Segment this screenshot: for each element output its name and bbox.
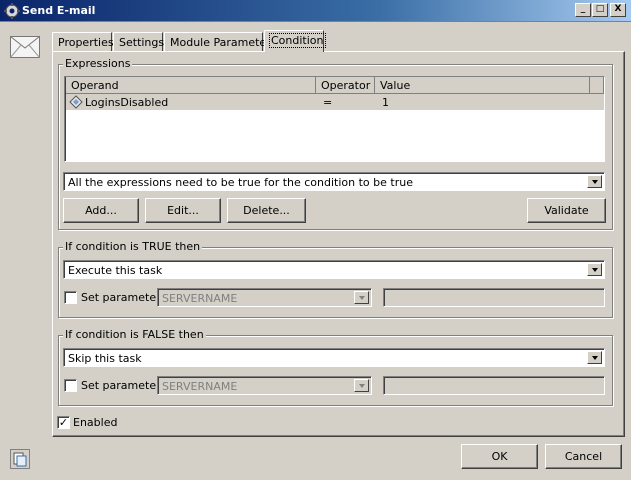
true-parameter-value-input[interactable] [383,288,605,307]
column-header-operator[interactable]: Operator [316,77,375,94]
true-action-select[interactable]: Execute this task [63,260,605,279]
title-bar[interactable]: Send E-mail _ □ X [0,0,631,22]
tab-module-parameters[interactable]: Module Parameters [164,32,276,52]
add-expression-button[interactable]: Add... [63,198,139,223]
minimize-button[interactable]: _ [575,3,591,17]
row-operator: = [323,96,333,109]
false-action-value: Skip this task [68,352,142,365]
cancel-button[interactable]: Cancel [545,444,622,469]
false-parameter-select[interactable]: SERVERNAME [157,376,372,395]
true-group-label: If condition is TRUE then [63,240,203,253]
true-set-parameter-checkbox[interactable] [64,291,77,304]
false-parameter-value: SERVERNAME [162,380,238,393]
edit-button-label: Edit... [167,204,199,217]
row-value: 1 [382,96,389,109]
window-title: Send E-mail [22,4,96,17]
add-button-label: Add... [85,204,117,217]
tab-settings[interactable]: Settings [113,32,164,52]
app-gear-icon [4,3,20,19]
false-set-parameter-label: Set parameter: [81,379,165,392]
maximize-button[interactable]: □ [592,3,608,17]
ok-button-label: OK [491,450,508,463]
close-button[interactable]: X [610,3,626,17]
column-header-operand[interactable]: Operand [66,77,316,94]
edit-expression-button[interactable]: Edit... [145,198,221,223]
column-header-filler [590,77,604,94]
delete-button-label: Delete... [243,204,290,217]
cancel-button-label: Cancel [564,450,603,463]
chevron-down-icon[interactable] [587,263,602,276]
table-row[interactable]: LoginsDisabled = 1 [66,94,604,110]
expressions-group-label: Expressions [63,57,133,70]
column-header-value[interactable]: Value [375,77,590,94]
validate-button-label: Validate [544,204,589,217]
true-action-value: Execute this task [68,264,163,277]
false-set-parameter-checkbox[interactable] [64,379,77,392]
expression-row-icon [69,95,83,112]
enabled-label: Enabled [73,416,118,429]
expression-mode-select[interactable]: All the expressions need to be true for … [63,172,605,191]
tab-properties[interactable]: Properties [52,32,114,52]
chevron-down-icon[interactable] [354,379,369,392]
row-operand: LoginsDisabled [85,96,169,109]
false-group-label: If condition is FALSE then [63,328,206,341]
copy-icon[interactable] [10,449,30,472]
chevron-down-icon[interactable] [587,351,602,364]
true-condition-group [58,247,613,318]
tab-condition-label: Condition [269,33,326,48]
validate-button[interactable]: Validate [527,198,606,223]
false-parameter-value-input[interactable] [383,376,605,395]
chevron-down-icon[interactable] [354,291,369,304]
true-set-parameter-label: Set parameter: [81,291,165,304]
tab-condition[interactable]: Condition [264,30,326,52]
enabled-checkbox[interactable]: ✓ [57,416,70,429]
true-parameter-value: SERVERNAME [162,292,238,305]
ok-button[interactable]: OK [461,444,538,469]
true-parameter-select[interactable]: SERVERNAME [157,288,372,307]
chevron-down-icon[interactable] [587,175,602,188]
false-condition-group [58,335,613,406]
delete-expression-button[interactable]: Delete... [227,198,306,223]
envelope-icon [10,36,40,61]
expression-mode-value: All the expressions need to be true for … [68,176,413,189]
expressions-table[interactable]: Operand Operator Value LoginsDisabled = … [64,76,605,162]
false-action-select[interactable]: Skip this task [63,348,605,367]
